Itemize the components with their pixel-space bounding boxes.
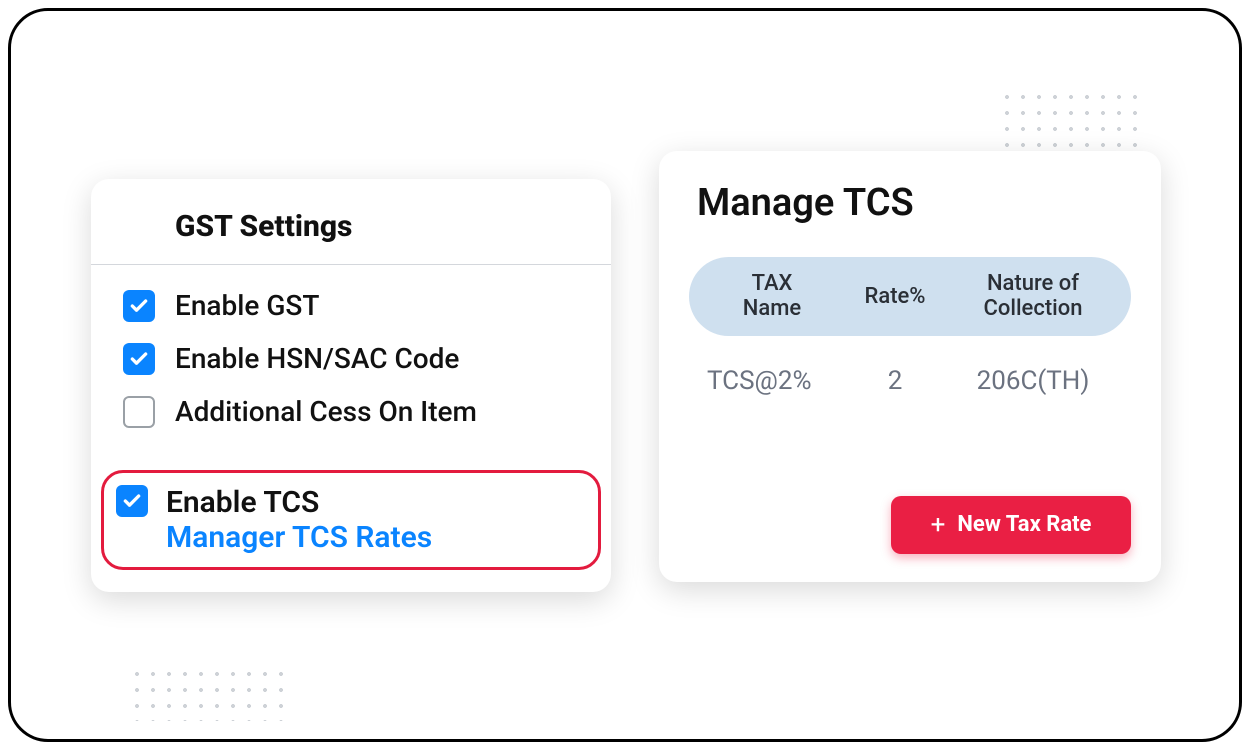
column-header-rate: Rate% [837,284,953,309]
column-header-text: Nature of [987,271,1079,296]
cell-nature: 206C(TH) [953,366,1113,396]
new-tax-rate-label: New Tax Rate [957,512,1091,537]
table-row[interactable]: TCS@2% 2 206C(TH) [689,336,1131,406]
setting-row-enable-hsn-sac: Enable HSN/SAC Code [115,332,587,385]
setting-row-enable-gst: Enable GST [115,279,587,332]
enable-tcs-label: Enable TCS [166,485,432,520]
setting-label: Additional Cess On Item [175,395,477,428]
manage-tcs-rates-link[interactable]: Manager TCS Rates [166,520,432,555]
check-icon [129,349,149,369]
plus-icon: + [931,512,946,538]
checkbox-additional-cess[interactable] [123,396,155,428]
gst-settings-card: GST Settings Enable GST Enable HSN/SAC C… [91,179,611,592]
column-header-nature: Nature of Collection [953,271,1113,322]
enable-tcs-highlight: Enable TCS Manager TCS Rates [101,470,601,570]
enable-tcs-text: Enable TCS Manager TCS Rates [166,485,432,555]
cell-tax-name: TCS@2% [707,366,837,396]
manage-tcs-title: Manage TCS [689,181,1131,225]
setting-label: Enable HSN/SAC Code [175,342,459,375]
tcs-table-header: TAX Name Rate% Nature of Collection [689,257,1131,336]
check-icon [122,491,142,511]
new-tax-rate-button[interactable]: + New Tax Rate [891,496,1131,554]
gst-settings-title: GST Settings [91,203,611,265]
column-header-text: Collection [984,296,1083,321]
check-icon [129,296,149,316]
column-header-tax-name: TAX Name [707,271,837,322]
column-header-text: TAX [752,271,793,296]
setting-label: Enable GST [175,289,319,322]
decorative-dots [999,89,1149,159]
checkbox-enable-hsn-sac[interactable] [123,343,155,375]
app-frame: GST Settings Enable GST Enable HSN/SAC C… [8,8,1242,742]
cell-rate: 2 [837,366,953,396]
column-header-text: Name [743,296,801,321]
settings-list: Enable GST Enable HSN/SAC Code Additiona… [91,265,611,448]
checkbox-enable-tcs[interactable] [116,485,148,517]
manage-tcs-card: Manage TCS TAX Name Rate% Nature of Coll… [659,151,1161,582]
decorative-dots [129,666,289,721]
checkbox-enable-gst[interactable] [123,290,155,322]
setting-row-additional-cess: Additional Cess On Item [115,385,587,438]
